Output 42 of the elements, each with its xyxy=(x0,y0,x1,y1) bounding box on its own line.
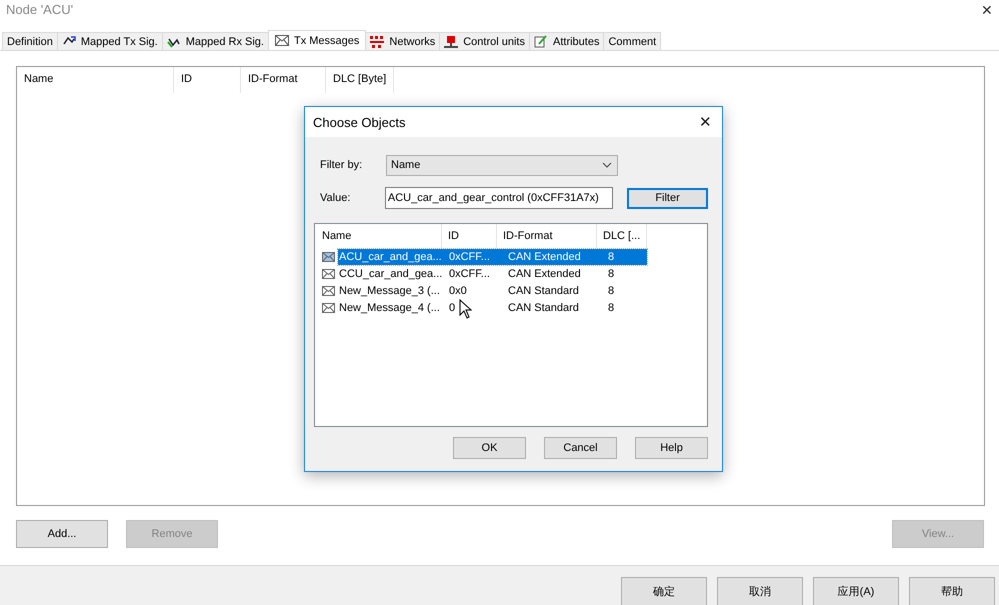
envelope-icon xyxy=(322,286,335,296)
tab[interactable]: Control units xyxy=(439,32,530,50)
pencil-icon xyxy=(534,35,548,48)
footer-button[interactable]: 取消 xyxy=(717,577,803,605)
footer-button[interactable]: 帮助 xyxy=(909,577,995,605)
list-row[interactable]: New_Message_3 (... 0x0 CAN Standard 8 xyxy=(338,282,647,298)
filter-label: Filter by: xyxy=(319,159,364,171)
tab[interactable]: Mapped Rx Sig. xyxy=(162,32,269,50)
close-button[interactable]: ✕ xyxy=(975,2,999,18)
filter-button[interactable]: Filter xyxy=(627,188,708,208)
close-button[interactable]: ✕ xyxy=(689,113,722,131)
list-button[interactable]: Add... xyxy=(16,520,108,548)
value-label: Value: xyxy=(319,192,352,204)
column-header[interactable]: ID xyxy=(174,67,241,93)
window-title: Node 'ACU' xyxy=(6,2,74,17)
list-row[interactable]: New_Message_4 (... 0 CAN Standard 8 xyxy=(338,300,647,316)
envelope-icon xyxy=(322,302,335,312)
dialog-button[interactable]: OK xyxy=(453,437,526,459)
filter-dropdown[interactable]: Name xyxy=(386,154,618,176)
envelope-icon xyxy=(322,268,335,278)
list-row[interactable]: CCU_car_and_gea... 0xCFF... CAN Extended 8 xyxy=(338,266,647,282)
tab[interactable]: Networks xyxy=(365,32,440,50)
tab[interactable]: Comment xyxy=(603,32,662,50)
column-header[interactable]: Name xyxy=(17,67,174,93)
dialog-button[interactable]: Help xyxy=(635,437,708,459)
tab[interactable]: Attributes xyxy=(529,32,604,50)
tab[interactable]: Definition xyxy=(2,32,58,50)
monitor-icon xyxy=(444,36,458,48)
chevron-down-icon xyxy=(602,162,612,168)
envelope-icon xyxy=(274,35,289,46)
envelope-icon xyxy=(322,252,335,262)
mouse-pointer-icon xyxy=(459,299,473,319)
value-field[interactable]: ACU_car_and_gear_control (0xCFF31A7x) xyxy=(384,187,614,209)
tab[interactable]: Mapped Tx Sig. xyxy=(56,32,163,50)
footer-button[interactable]: 确定 xyxy=(621,577,707,605)
dialog-title: Choose Objects xyxy=(313,114,406,130)
column-header[interactable]: DLC [Byte] xyxy=(326,67,394,93)
list-row[interactable]: ACU_car_and_gea... 0xCFF... CAN Extended 8 xyxy=(338,248,647,264)
column-header[interactable]: ID-Format xyxy=(241,67,326,93)
footer-button[interactable]: 应用(A) xyxy=(813,577,899,605)
network-icon xyxy=(370,36,384,48)
dialog-button[interactable]: Cancel xyxy=(544,437,617,459)
